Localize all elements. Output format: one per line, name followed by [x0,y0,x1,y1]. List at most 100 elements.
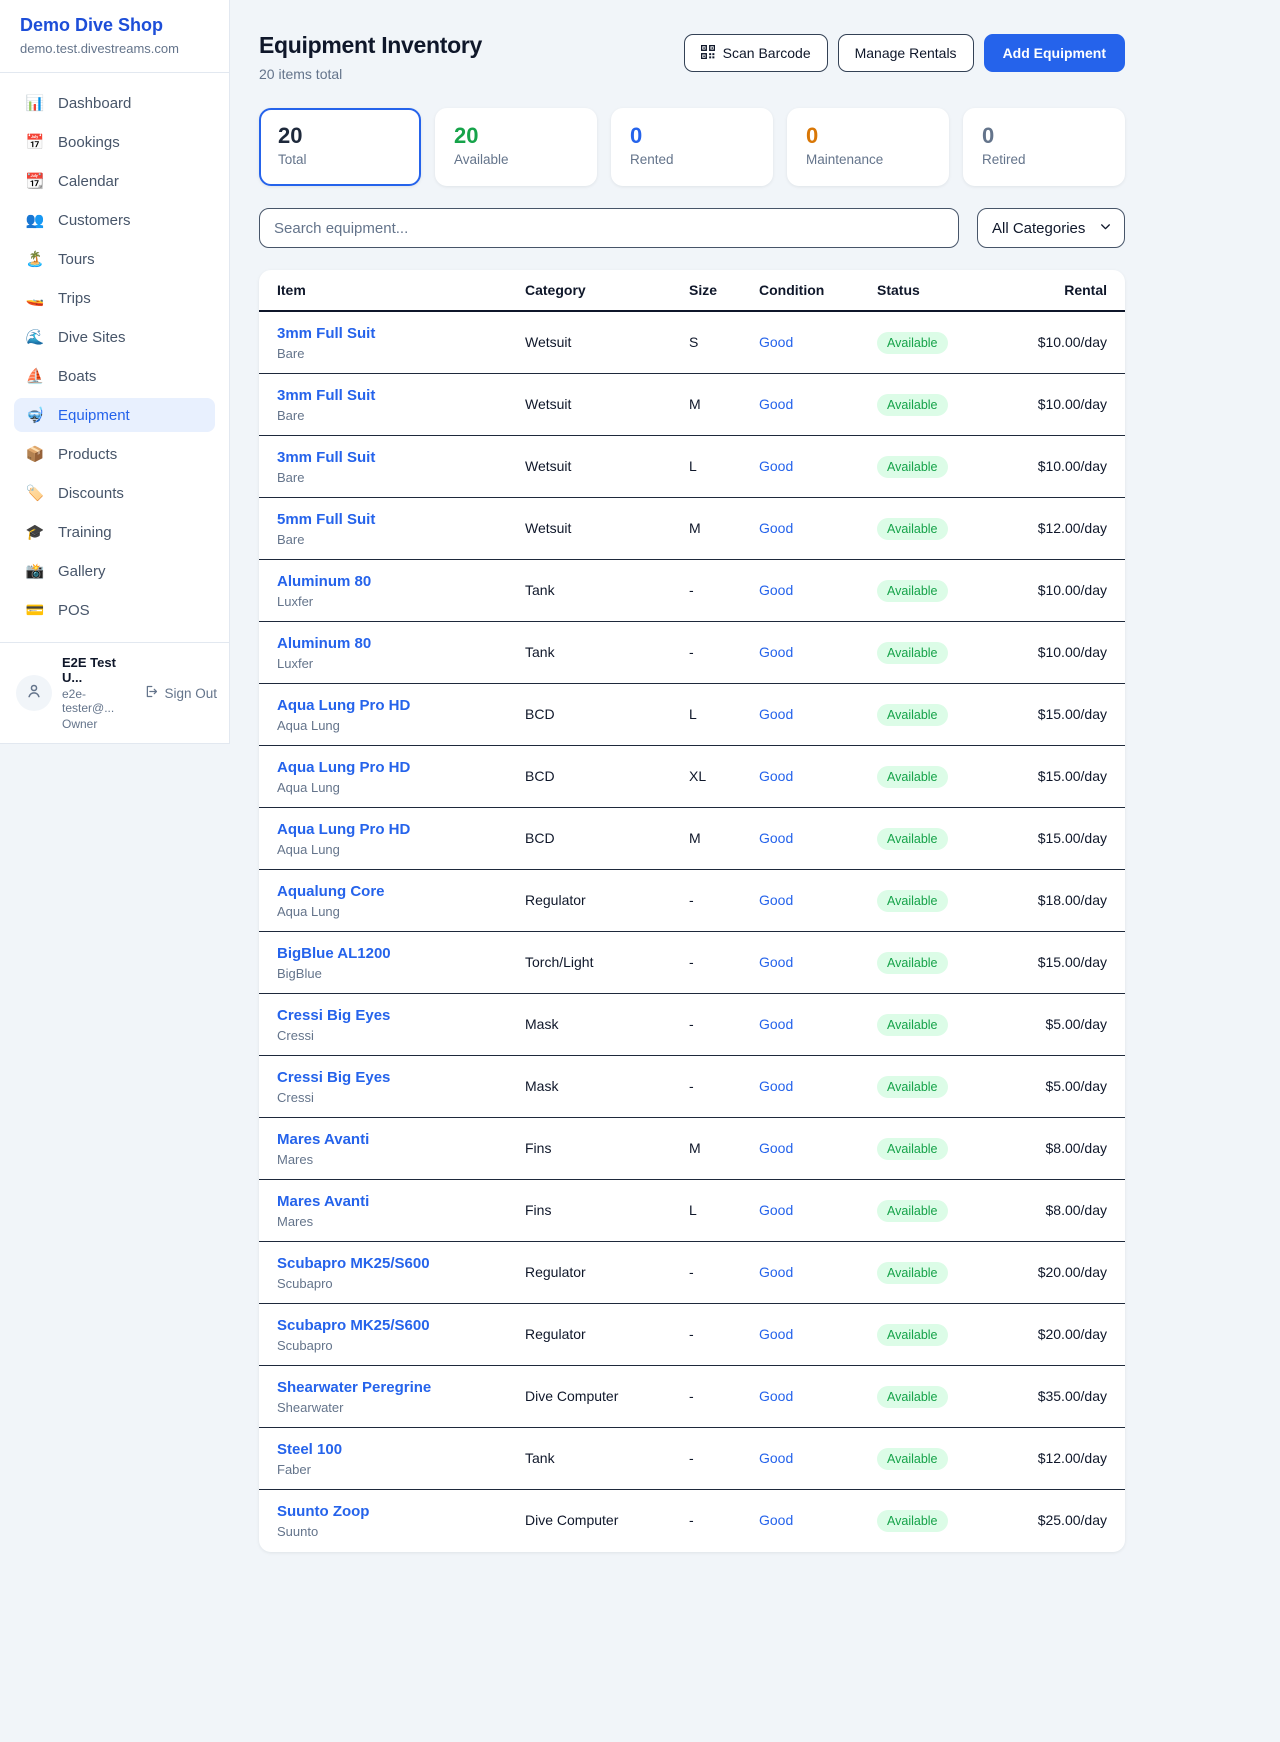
item-name-link[interactable]: Scubapro MK25/S600 [277,1317,525,1334]
size-cell: - [689,892,759,910]
add-equipment-button[interactable]: Add Equipment [984,34,1125,72]
condition-link[interactable]: Good [759,644,793,660]
condition-link[interactable]: Good [759,1078,793,1094]
item-name-link[interactable]: Aqua Lung Pro HD [277,821,525,838]
item-name-link[interactable]: Scubapro MK25/S600 [277,1255,525,1272]
item-name-link[interactable]: BigBlue AL1200 [277,945,525,962]
item-name-link[interactable]: 3mm Full Suit [277,449,525,466]
manage-rentals-button[interactable]: Manage Rentals [838,34,974,72]
stat-card-rented[interactable]: 0 Rented [611,108,773,186]
status-badge: Available [877,580,948,602]
item-name-link[interactable]: Aluminum 80 [277,573,525,590]
condition-cell: Good [759,334,877,352]
item-name-link[interactable]: Aqua Lung Pro HD [277,697,525,714]
sidebar-item-calendar[interactable]: 📆 Calendar [14,164,215,198]
rental-cell: $20.00/day [1027,1264,1107,1282]
condition-link[interactable]: Good [759,1388,793,1404]
item-name-link[interactable]: Aluminum 80 [277,635,525,652]
condition-link[interactable]: Good [759,334,793,350]
category-cell: Torch/Light [525,954,689,972]
item-cell: Scubapro MK25/S600 Scubapro [277,1255,525,1291]
table-row: 3mm Full Suit Bare Wetsuit M Good Availa… [259,374,1125,436]
item-name-link[interactable]: Suunto Zoop [277,1503,525,1520]
item-name-link[interactable]: 3mm Full Suit [277,325,525,342]
sidebar-item-customers[interactable]: 👥 Customers [14,203,215,237]
item-name-link[interactable]: Shearwater Peregrine [277,1379,525,1396]
item-name-link[interactable]: Aqualung Core [277,883,525,900]
status-badge: Available [877,1324,948,1346]
item-cell: 3mm Full Suit Bare [277,449,525,485]
condition-cell: Good [759,1388,877,1406]
condition-link[interactable]: Good [759,458,793,474]
condition-link[interactable]: Good [759,1140,793,1156]
condition-link[interactable]: Good [759,1450,793,1466]
stat-card-available[interactable]: 20 Available [435,108,597,186]
item-name-link[interactable]: Cressi Big Eyes [277,1069,525,1086]
search-input[interactable] [259,208,959,248]
condition-link[interactable]: Good [759,706,793,722]
sidebar-item-gallery[interactable]: 📸 Gallery [14,554,215,588]
item-cell: BigBlue AL1200 BigBlue [277,945,525,981]
item-name-link[interactable]: 5mm Full Suit [277,511,525,528]
sidebar-item-trips[interactable]: 🚤 Trips [14,281,215,315]
category-cell: Wetsuit [525,396,689,414]
sidebar-item-products[interactable]: 📦 Products [14,437,215,471]
condition-link[interactable]: Good [759,768,793,784]
sidebar-item-bookings[interactable]: 📅 Bookings [14,125,215,159]
condition-link[interactable]: Good [759,520,793,536]
item-brand: Luxfer [277,656,525,671]
item-name-link[interactable]: Cressi Big Eyes [277,1007,525,1024]
user-name: E2E Test U... [62,655,133,685]
sidebar-item-discounts[interactable]: 🏷️ Discounts [14,476,215,510]
category-cell: Regulator [525,892,689,910]
category-cell: Tank [525,644,689,662]
sidebar-item-pos[interactable]: 💳 POS [14,593,215,627]
category-value: Torch/Light [525,954,593,970]
stat-card-maintenance[interactable]: 0 Maintenance [787,108,949,186]
item-name-link[interactable]: Mares Avanti [277,1193,525,1210]
condition-link[interactable]: Good [759,954,793,970]
status-cell: Available [877,952,1027,974]
condition-link[interactable]: Good [759,830,793,846]
stat-value: 20 [278,123,402,149]
condition-link[interactable]: Good [759,1264,793,1280]
stat-value: 0 [982,123,1106,149]
sidebar-item-dashboard[interactable]: 📊 Dashboard [14,86,215,120]
condition-link[interactable]: Good [759,582,793,598]
column-header-status: Status [877,282,1027,298]
stat-card-retired[interactable]: 0 Retired [963,108,1125,186]
condition-link[interactable]: Good [759,1326,793,1342]
sidebar-item-training[interactable]: 🎓 Training [14,515,215,549]
status-badge: Available [877,1200,948,1222]
condition-cell: Good [759,582,877,600]
rental-value: $8.00/day [1046,1202,1108,1218]
rental-value: $12.00/day [1038,520,1107,536]
condition-cell: Good [759,892,877,910]
item-name-link[interactable]: Mares Avanti [277,1131,525,1148]
sidebar-item-dive-sites[interactable]: 🌊 Dive Sites [14,320,215,354]
sidebar-item-tours[interactable]: 🏝️ Tours [14,242,215,276]
condition-link[interactable]: Good [759,1512,793,1528]
rental-cell: $18.00/day [1027,892,1107,910]
condition-link[interactable]: Good [759,892,793,908]
sidebar-item-boats[interactable]: ⛵ Boats [14,359,215,393]
item-name-link[interactable]: Steel 100 [277,1441,525,1458]
stat-card-total[interactable]: 20 Total [259,108,421,186]
item-name-link[interactable]: 3mm Full Suit [277,387,525,404]
category-select[interactable]: All Categories [977,208,1125,248]
scan-barcode-button[interactable]: Scan Barcode [684,34,828,72]
condition-link[interactable]: Good [759,1016,793,1032]
sidebar-item-equipment[interactable]: 🤿 Equipment [14,398,215,432]
condition-link[interactable]: Good [759,396,793,412]
rental-cell: $15.00/day [1027,768,1107,786]
stat-cards: 20 Total 20 Available 0 Rented 0 Mainten… [259,108,1125,186]
sign-out-button[interactable]: Sign Out [143,684,217,702]
item-brand: Bare [277,346,525,361]
condition-link[interactable]: Good [759,1202,793,1218]
user-email: e2e-tester@... [62,687,133,715]
item-name-link[interactable]: Aqua Lung Pro HD [277,759,525,776]
sidebar: Demo Dive Shop demo.test.divestreams.com… [0,0,230,744]
rental-cell: $10.00/day [1027,396,1107,414]
item-brand: Cressi [277,1028,525,1043]
sidebar-item-label: Dive Sites [58,329,126,346]
